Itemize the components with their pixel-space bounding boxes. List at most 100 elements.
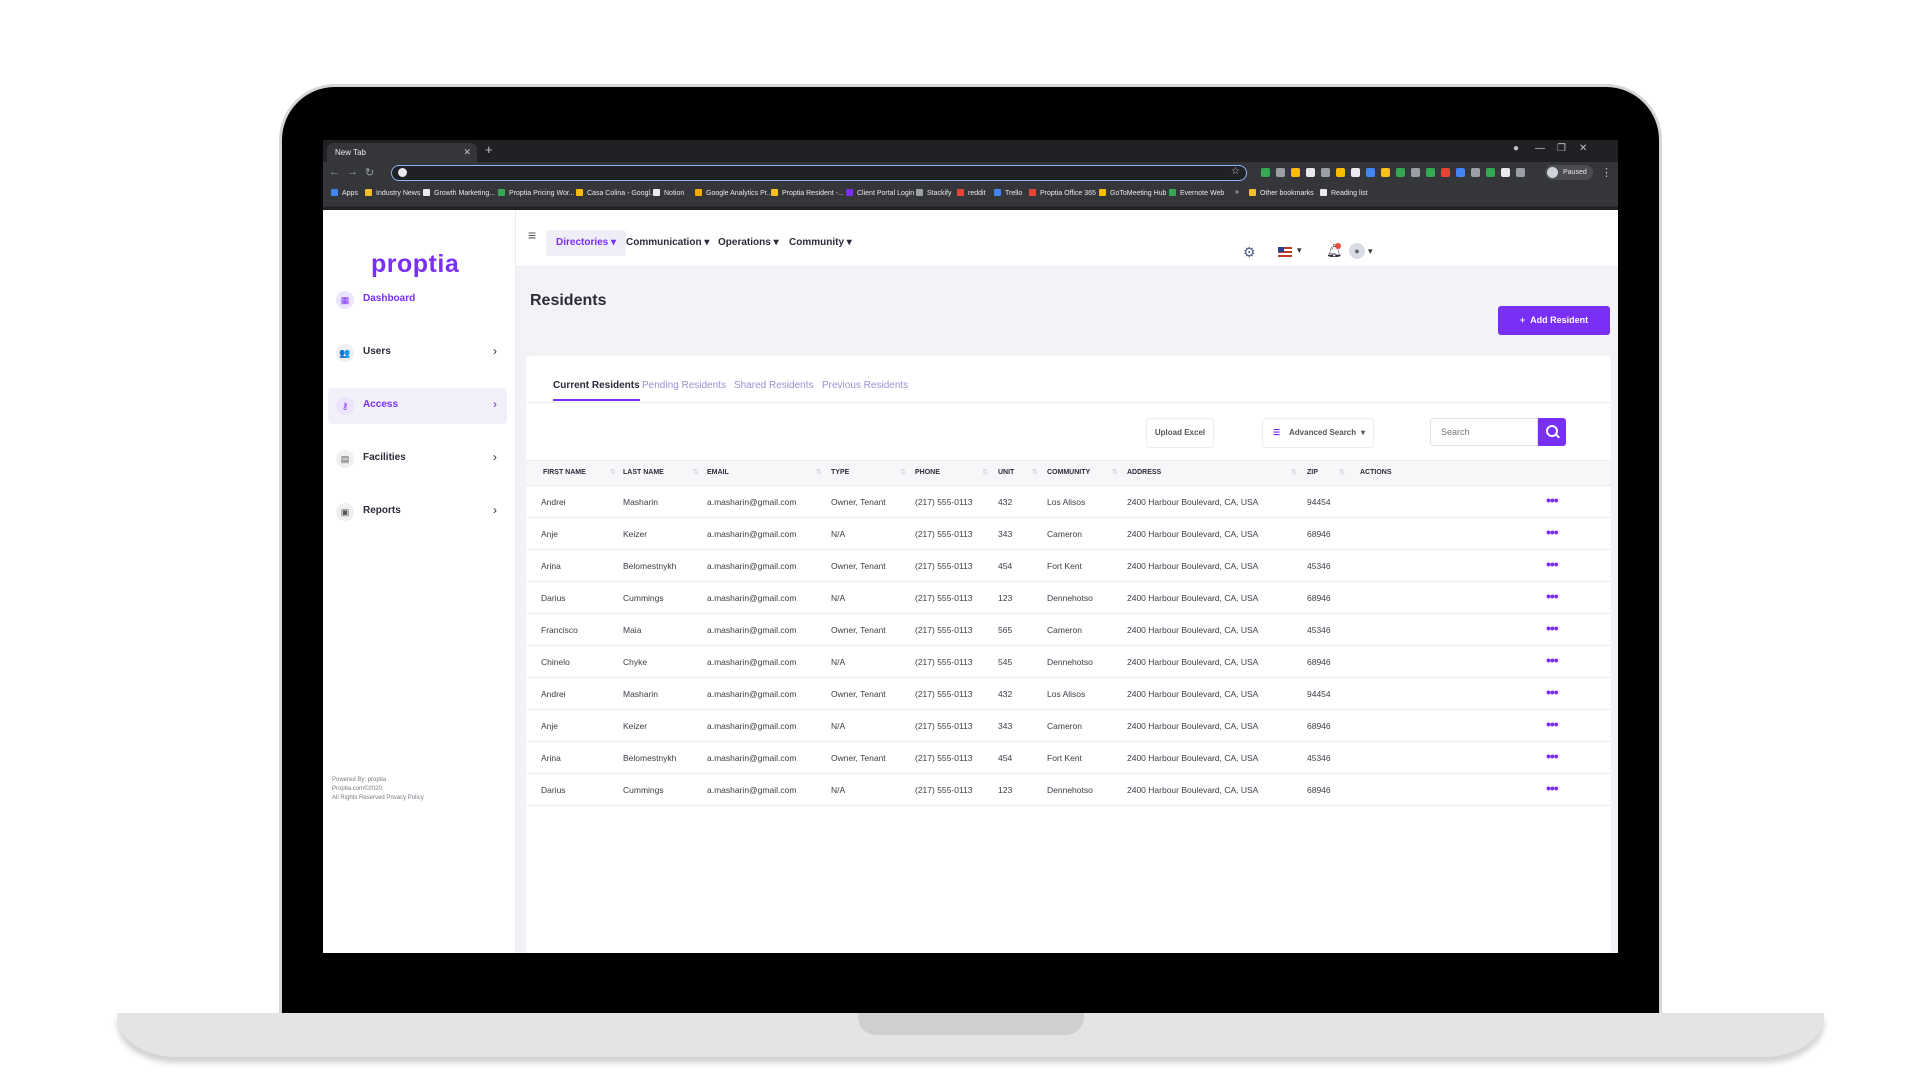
browser-menu-icon[interactable]: ⋮ xyxy=(1601,166,1612,179)
table-row[interactable]: Andrei Masharin a.masharin@gmail.com Owner,… xyxy=(526,677,1611,710)
more-actions-icon[interactable]: ••• xyxy=(1546,748,1559,764)
proptia-logo[interactable]: proptia xyxy=(371,250,459,279)
us-flag-icon[interactable] xyxy=(1278,247,1292,257)
hamburger-menu-icon[interactable]: ≡ xyxy=(528,227,536,243)
extension-icon[interactable] xyxy=(1306,168,1315,177)
bookmark-item[interactable]: Notion xyxy=(653,189,684,197)
more-actions-icon[interactable]: ••• xyxy=(1546,780,1559,796)
bookmark-item[interactable]: Evernote Web xyxy=(1169,189,1224,197)
sidebar-item-facilities[interactable]: ▤ Facilities › xyxy=(328,441,507,477)
table-row[interactable]: Arina Belomestnykh a.masharin@gmail.com Own… xyxy=(526,741,1611,774)
record-icon[interactable]: ● xyxy=(1513,143,1519,154)
sort-icon[interactable]: ⇅ xyxy=(693,468,699,476)
forward-icon[interactable]: → xyxy=(347,166,358,178)
advanced-search-button[interactable]: ☰ Advanced Search ▾ xyxy=(1262,418,1374,448)
bookmark-item[interactable]: Proptia Pricing Wor... xyxy=(498,189,575,197)
col-phone[interactable]: PHONE xyxy=(915,469,940,476)
extension-icon[interactable] xyxy=(1276,168,1285,177)
col-zip[interactable]: ZIP xyxy=(1307,469,1318,476)
extension-icon[interactable] xyxy=(1366,168,1375,177)
extension-icon[interactable] xyxy=(1426,168,1435,177)
more-actions-icon[interactable]: ••• xyxy=(1546,556,1559,572)
bookmark-item[interactable]: Proptia Office 365 xyxy=(1029,189,1096,197)
sort-icon[interactable]: ⇅ xyxy=(1032,468,1038,476)
add-resident-button[interactable]: + Add Resident xyxy=(1498,306,1610,335)
sort-icon[interactable]: ⇅ xyxy=(1112,468,1118,476)
profile-button[interactable]: Paused xyxy=(1545,165,1593,180)
menu-communication[interactable]: Communication ▾ xyxy=(616,230,719,256)
settings-gear-icon[interactable]: ⚙ xyxy=(1243,244,1256,261)
user-avatar[interactable]: ● xyxy=(1349,243,1365,259)
search-input[interactable] xyxy=(1430,418,1538,446)
extension-icon[interactable] xyxy=(1381,168,1390,177)
col-community[interactable]: COMMUNITY xyxy=(1047,469,1090,476)
bookmark-item[interactable]: Industry News xyxy=(365,189,420,197)
new-tab-button[interactable]: + xyxy=(485,142,493,157)
tab-shared-residents[interactable]: Shared Residents xyxy=(734,380,814,399)
extension-icon[interactable] xyxy=(1471,168,1480,177)
sort-icon[interactable]: ⇅ xyxy=(1291,468,1297,476)
chevron-down-icon[interactable]: ▾ xyxy=(1297,245,1302,256)
bookmark-star-icon[interactable]: ☆ xyxy=(1231,166,1240,177)
more-actions-icon[interactable]: ••• xyxy=(1546,652,1559,668)
footer-privacy[interactable]: All Rights Reserved Privacy Policy xyxy=(332,794,424,803)
sort-icon[interactable]: ⇅ xyxy=(900,468,906,476)
sidebar-item-users[interactable]: 👥 Users › xyxy=(328,335,507,371)
table-row[interactable]: Anje Keizer a.masharin@gmail.com N/A (217) 5… xyxy=(526,709,1611,742)
more-actions-icon[interactable]: ••• xyxy=(1546,588,1559,604)
extension-icon[interactable] xyxy=(1336,168,1345,177)
close-tab-icon[interactable]: ✕ xyxy=(463,143,471,162)
more-actions-icon[interactable]: ••• xyxy=(1546,620,1559,636)
extension-icon[interactable] xyxy=(1396,168,1405,177)
chevron-down-icon[interactable]: ▾ xyxy=(1368,246,1373,257)
table-row[interactable]: Andrei Masharin a.masharin@gmail.com Owner,… xyxy=(526,485,1611,518)
tab-current-residents[interactable]: Current Residents xyxy=(553,380,640,401)
extension-icon[interactable] xyxy=(1261,168,1270,177)
col-address[interactable]: ADDRESS xyxy=(1127,469,1161,476)
extension-icon[interactable] xyxy=(1501,168,1510,177)
sidebar-item-access[interactable]: ⚷ Access › xyxy=(328,388,507,424)
extension-icon[interactable] xyxy=(1486,168,1495,177)
col-type[interactable]: TYPE xyxy=(831,469,849,476)
reload-icon[interactable]: ↻ xyxy=(365,166,374,179)
search-icon[interactable] xyxy=(1538,418,1566,446)
bookmark-item[interactable]: Google Analytics Pr... xyxy=(695,189,773,197)
bookmark-item[interactable]: Stackify xyxy=(916,189,952,197)
sidebar-item-reports[interactable]: ▣ Reports › xyxy=(328,494,507,530)
more-actions-icon[interactable]: ••• xyxy=(1546,492,1559,508)
sort-icon[interactable]: ⇅ xyxy=(816,468,822,476)
browser-tab[interactable]: New Tab ✕ xyxy=(327,143,477,162)
extension-icon[interactable] xyxy=(1411,168,1420,177)
table-row[interactable]: Anje Keizer a.masharin@gmail.com N/A (217) 5… xyxy=(526,517,1611,550)
bookmark-item[interactable]: reddit xyxy=(957,189,986,197)
more-actions-icon[interactable]: ••• xyxy=(1546,524,1559,540)
table-row[interactable]: Arina Belomestnykh a.masharin@gmail.com Own… xyxy=(526,549,1611,582)
bookmark-item[interactable]: Growth Marketing... xyxy=(423,189,495,197)
table-row[interactable]: Chinelo Chyke a.masharin@gmail.com N/A (217)… xyxy=(526,645,1611,678)
table-row[interactable]: Darius Cummings a.masharin@gmail.com N/A (21… xyxy=(526,581,1611,614)
close-window-icon[interactable]: ✕ xyxy=(1579,143,1587,154)
bookmark-item[interactable]: Proptia Resident -... xyxy=(771,189,844,197)
tab-pending-residents[interactable]: Pending Residents xyxy=(642,380,726,399)
col-last-name[interactable]: LAST NAME xyxy=(623,469,664,476)
address-bar[interactable]: ☆ xyxy=(391,165,1247,181)
minimize-icon[interactable]: — xyxy=(1535,143,1545,154)
more-actions-icon[interactable]: ••• xyxy=(1546,716,1559,732)
extension-icon[interactable] xyxy=(1441,168,1450,177)
upload-excel-button[interactable]: Upload Excel xyxy=(1146,418,1214,448)
maximize-icon[interactable]: ❐ xyxy=(1557,143,1566,154)
table-row[interactable]: Francisco Maia a.masharin@gmail.com Owner, … xyxy=(526,613,1611,646)
extension-icon[interactable] xyxy=(1456,168,1465,177)
bookmarks-overflow[interactable]: » xyxy=(1235,189,1239,196)
bookmark-item[interactable]: Apps xyxy=(331,189,358,197)
sidebar-item-dashboard[interactable]: ▦ Dashboard xyxy=(328,282,507,318)
tab-previous-residents[interactable]: Previous Residents xyxy=(822,380,908,399)
bookmark-item[interactable]: Client Portal Login xyxy=(846,189,914,197)
extension-icon[interactable] xyxy=(1291,168,1300,177)
bookmark-item[interactable]: Other bookmarks xyxy=(1249,189,1314,197)
table-row[interactable]: Darius Cummings a.masharin@gmail.com N/A (21… xyxy=(526,773,1611,806)
menu-operations[interactable]: Operations ▾ xyxy=(708,230,789,256)
back-icon[interactable]: ← xyxy=(329,166,340,178)
bookmark-item[interactable]: Trello xyxy=(994,189,1022,197)
sort-icon[interactable]: ⇅ xyxy=(982,468,988,476)
